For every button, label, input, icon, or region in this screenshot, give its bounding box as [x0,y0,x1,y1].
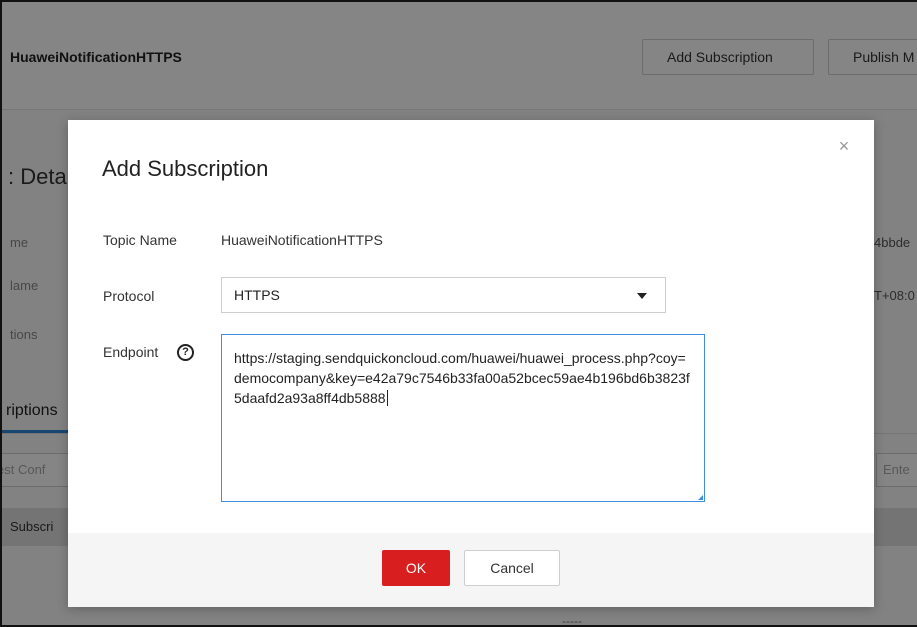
close-icon[interactable]: × [834,136,854,156]
cancel-button[interactable]: Cancel [464,550,560,586]
protocol-selected-value: HTTPS [234,287,280,303]
app-frame: HuaweiNotificationHTTPS Add Subscription… [0,0,917,627]
text-cursor [386,390,388,406]
dialog-title: Add Subscription [102,156,269,181]
dialog-footer: OK Cancel [68,533,874,607]
help-icon[interactable]: ? [177,344,194,361]
ok-button[interactable]: OK [382,550,450,586]
resize-handle-icon[interactable] [698,495,703,500]
chevron-down-icon [637,293,647,299]
add-subscription-dialog: Add Subscription × Topic Name HuaweiNoti… [68,120,874,607]
topic-name-value: HuaweiNotificationHTTPS [221,232,383,248]
endpoint-label: Endpoint [103,344,159,360]
endpoint-textarea[interactable]: https://staging.sendquickoncloud.com/hua… [221,334,705,502]
endpoint-value: https://staging.sendquickoncloud.com/hua… [234,350,690,406]
protocol-label: Protocol [103,288,155,304]
protocol-select[interactable]: HTTPS [221,277,666,313]
topic-name-label: Topic Name [103,232,177,248]
